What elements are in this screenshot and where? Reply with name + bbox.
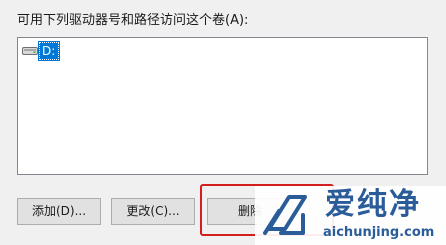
drive-path-listbox[interactable]: D: (17, 37, 428, 175)
drive-letter-dialog: 可用下列驱动器号和路径访问这个卷(A): D: 添加(D)... 更改(C)..… (0, 0, 446, 245)
logo-icon (259, 189, 311, 241)
list-caption: 可用下列驱动器号和路径访问这个卷(A): (17, 13, 249, 28)
drive-icon (22, 46, 38, 56)
add-button[interactable]: 添加(D)... (17, 198, 101, 225)
watermark-title: 爱纯净 (325, 187, 421, 222)
change-button[interactable]: 更改(C)... (111, 198, 195, 225)
list-item-label: D: (37, 41, 61, 61)
watermark-url: aichunjing.com (323, 225, 435, 240)
list-item[interactable]: D: (22, 41, 61, 61)
watermark: 爱纯净 aichunjing.com (255, 186, 446, 245)
